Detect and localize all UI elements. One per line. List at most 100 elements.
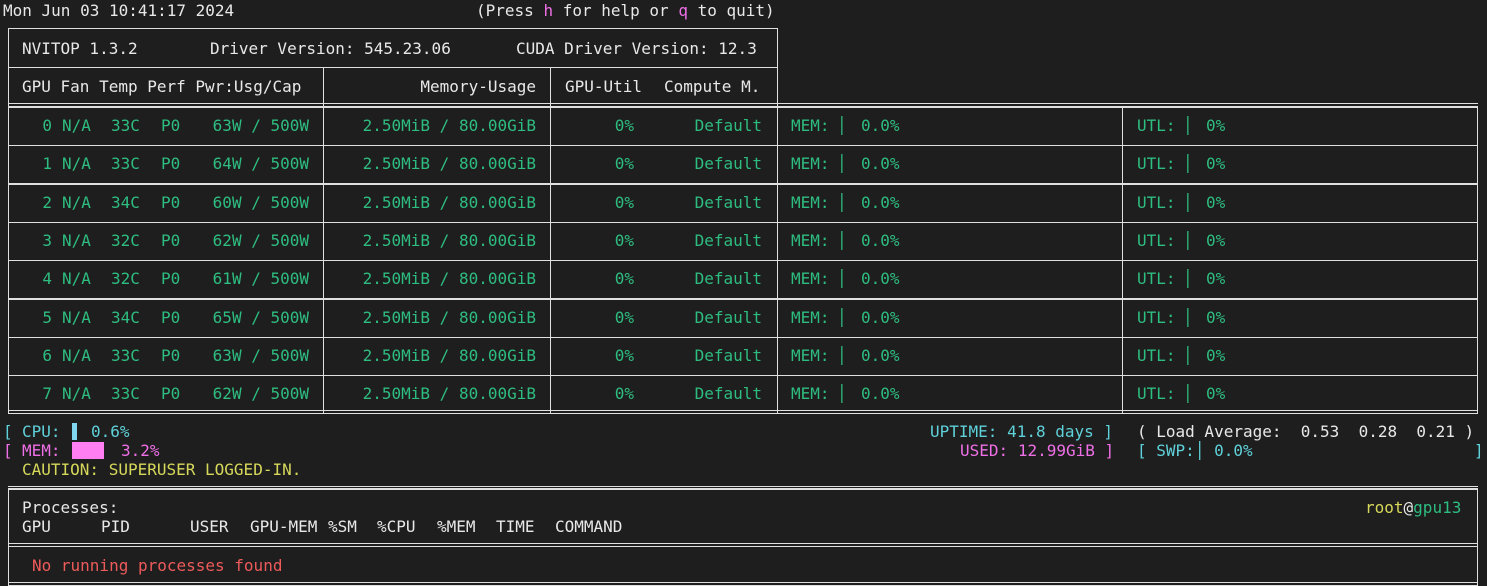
gpu-utl-label: UTL: [1137,308,1176,327]
gpu-utl-bar-edge: │ [1183,193,1193,212]
gpu-compute-mode: Default [694,269,762,288]
gpu-row-divider [1122,299,1123,337]
gpu-memory-usage: 2.50MiB / 80.00GiB [362,308,536,327]
uptime-bracket-close: ] [1103,422,1114,441]
gpu-power: 61W / 500W [212,269,309,288]
gpu-row-divider [1122,107,1123,145]
cpu-bracket-open: [ [3,422,13,441]
gpu-memory-usage: 2.50MiB / 80.00GiB [362,231,536,250]
gpu-mem-label: MEM: [791,384,830,403]
host-rule [8,410,1478,414]
gpu-util: 0% [614,154,634,173]
gpu-temp: 33C [111,154,140,173]
swp-pct: 0.0% [1214,441,1253,460]
gpu-mem-bar-edge: │ [837,154,847,173]
load-values: 0.53 0.28 0.21 ) [1300,422,1475,441]
used-value: 12.99GiB [1017,441,1095,460]
gpu-utl-pct: 0% [1206,346,1226,365]
gpu-memory-usage: 2.50MiB / 80.00GiB [362,346,536,365]
gpu-mem-pct: 0.0% [861,154,900,173]
processes-header-rule [8,543,1478,547]
gpu-utl-bar-edge: │ [1183,116,1193,135]
uptime-label: UPTIME: [930,422,998,441]
cpu-label: CPU: [22,422,61,441]
gpu-util: 0% [614,231,634,250]
gpu-utl-bar-edge: │ [1183,231,1193,250]
gpu-id: 1 [42,154,52,173]
gpu-utl-bar-edge: │ [1183,346,1193,365]
gpu-row-divider [777,107,778,145]
gpu-temp: 33C [111,346,140,365]
gpu-mem-label: MEM: [791,269,830,288]
gpu-memory-usage: 2.50MiB / 80.00GiB [362,384,536,403]
gpu-mem-bar-edge: │ [837,384,847,403]
help-key[interactable]: h [543,1,553,20]
gpu-row-divider [550,222,551,260]
col-header-compute: Compute M. [664,77,761,96]
gpu-id: 7 [42,384,52,403]
gpu-utl-pct: 0% [1206,193,1226,212]
gpu-util: 0% [614,308,634,327]
gpu-utl-bar-edge: │ [1183,269,1193,288]
gpu-utl-pct: 0% [1206,116,1226,135]
gpu-memory-usage: 2.50MiB / 80.00GiB [362,154,536,173]
gpu-row-divider [323,337,324,375]
gpu-id: 6 [42,346,52,365]
gpu-mem-label: MEM: [791,346,830,365]
gpu-utl-label: UTL: [1137,231,1176,250]
host-mem-usage-bar [72,442,104,459]
gpu-id: 2 [42,193,52,212]
uptime: UPTIME: 41.8 days ] [930,422,1113,441]
at-sign: @ [1403,498,1414,517]
proc-col-gpu: GPU [22,517,51,536]
proc-col-sm: %SM [328,517,357,536]
gpu-row-divider [1122,184,1123,222]
gpu-temp: 33C [111,116,140,135]
gpu-row-divider [777,337,778,375]
gpu-mem-pct: 0.0% [861,384,900,403]
gpu-row-divider [550,107,551,145]
gpu-util: 0% [614,346,634,365]
gpu-util: 0% [614,384,634,403]
help-prefix: (Press [476,1,544,20]
gpu-mem-bar-edge: │ [837,231,847,250]
gpu-utl-bar-edge: │ [1183,308,1193,327]
gpu-row-divider [777,299,778,337]
gpu-perf: P0 [161,193,181,212]
gpu-utl-label: UTL: [1137,269,1176,288]
used-label: USED: [960,441,1009,460]
gpu-memory-usage: 2.50MiB / 80.00GiB [362,269,536,288]
gpu-mem-pct: 0.0% [861,231,900,250]
gpu-row-divider [323,375,324,413]
header-col-divider-1 [323,67,324,108]
proc-col-user: USER [190,517,229,536]
gpu-fan: N/A [62,193,91,212]
cpu-usage-bar [72,423,77,440]
col-header-util: GPU-Util [565,77,643,96]
mem-bracket-open: [ [3,441,13,460]
gpu-perf: P0 [161,269,181,288]
gpu-row-divider [1122,222,1123,260]
col-header-memory: Memory-Usage [420,77,536,96]
quit-key[interactable]: q [678,1,688,20]
gpu-utl-pct: 0% [1206,231,1226,250]
host-mem-pct: 3.2% [121,441,160,460]
gpu-fan: N/A [62,308,91,327]
gpu-fan: N/A [62,154,91,173]
gpu-row-divider [323,145,324,183]
gpu-mem-pct: 0.0% [861,269,900,288]
gpu-power: 63W / 500W [212,346,309,365]
gpu-utl-bar-edge: │ [1183,154,1193,173]
gpu-mem-label: MEM: [791,308,830,327]
gpu-utl-label: UTL: [1137,154,1176,173]
gpu-compute-mode: Default [694,154,762,173]
user-host: root@gpu13 [1365,498,1461,517]
gpu-perf: P0 [161,116,181,135]
gpu-temp: 34C [111,308,140,327]
gpu-compute-mode: Default [694,193,762,212]
gpu-row-divider [550,337,551,375]
gpu-perf: P0 [161,308,181,327]
header-col-divider-2 [550,67,551,108]
gpu-row-divider [550,184,551,222]
help-mid: for help or [553,1,679,20]
